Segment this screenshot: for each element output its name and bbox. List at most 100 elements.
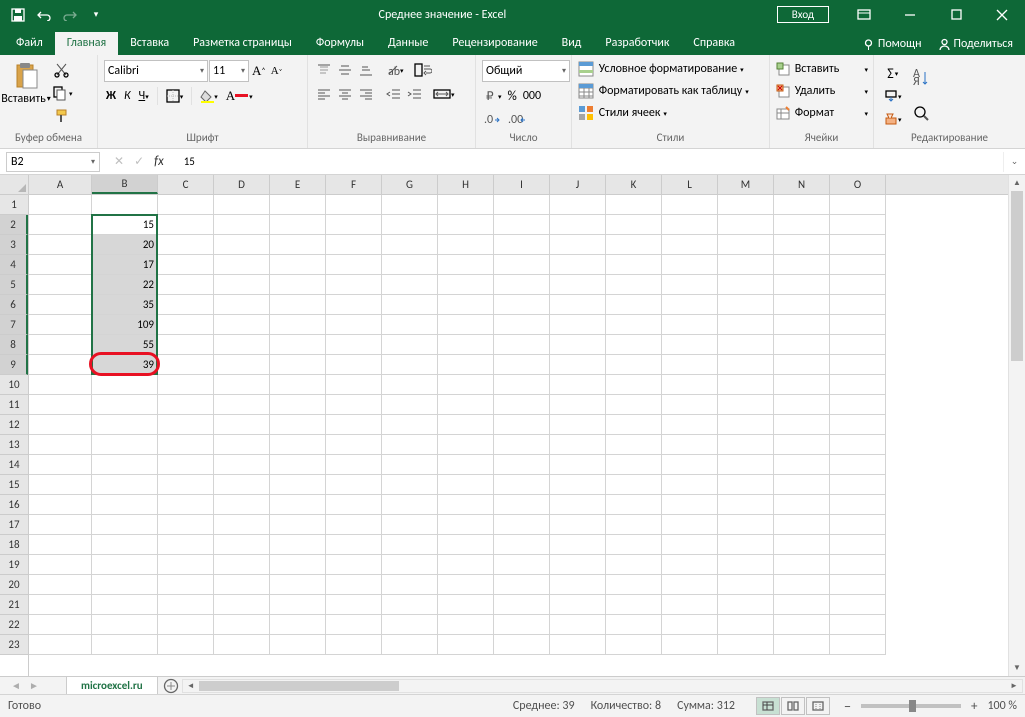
cell[interactable]: [774, 275, 830, 295]
increase-decimal-icon[interactable]: .0: [482, 110, 504, 130]
row-header[interactable]: 16: [0, 495, 28, 515]
cell[interactable]: [29, 235, 92, 255]
cell[interactable]: [214, 595, 270, 615]
cell[interactable]: [830, 215, 886, 235]
cell[interactable]: [29, 195, 92, 215]
column-header[interactable]: F: [326, 175, 382, 194]
column-header[interactable]: D: [214, 175, 270, 194]
tab-вид[interactable]: Вид: [550, 32, 594, 55]
cell[interactable]: [606, 255, 662, 275]
cell[interactable]: [92, 555, 158, 575]
cell[interactable]: [606, 275, 662, 295]
sheet-tab[interactable]: microexcel.ru: [66, 676, 158, 696]
cell[interactable]: [494, 415, 550, 435]
cell[interactable]: [494, 595, 550, 615]
cell[interactable]: [158, 255, 214, 275]
delete-cells-button[interactable]: Удалить▾: [774, 81, 870, 101]
cell[interactable]: [326, 495, 382, 515]
zoom-level[interactable]: 100 %: [981, 699, 1017, 713]
cell[interactable]: [774, 355, 830, 375]
cell[interactable]: [830, 355, 886, 375]
cell[interactable]: [774, 495, 830, 515]
row-header[interactable]: 9: [0, 355, 28, 375]
cell[interactable]: [438, 215, 494, 235]
cell[interactable]: [718, 475, 774, 495]
row-header[interactable]: 8: [0, 335, 28, 355]
cell[interactable]: [830, 555, 886, 575]
row-header[interactable]: 19: [0, 555, 28, 575]
cell[interactable]: [830, 515, 886, 535]
sort-filter-icon[interactable]: АЯ: [910, 63, 934, 95]
cell[interactable]: [774, 235, 830, 255]
fill-color-icon[interactable]: ▾: [198, 86, 220, 106]
undo-icon[interactable]: [32, 4, 56, 26]
row-header[interactable]: 11: [0, 395, 28, 415]
cell[interactable]: [550, 195, 606, 215]
cell[interactable]: [326, 415, 382, 435]
cell[interactable]: 39: [92, 355, 158, 375]
cell[interactable]: [438, 295, 494, 315]
tab-файл[interactable]: Файл: [4, 32, 55, 55]
cell[interactable]: [774, 315, 830, 335]
cell[interactable]: [718, 315, 774, 335]
cell[interactable]: [718, 415, 774, 435]
cell[interactable]: [214, 335, 270, 355]
cell[interactable]: [29, 395, 92, 415]
cell[interactable]: [270, 275, 326, 295]
cell[interactable]: [326, 615, 382, 635]
cell[interactable]: [550, 295, 606, 315]
cell[interactable]: [270, 295, 326, 315]
cell[interactable]: [158, 275, 214, 295]
cell[interactable]: [718, 295, 774, 315]
cell[interactable]: [214, 575, 270, 595]
cells-area[interactable]: 15201722351095539: [29, 195, 1008, 655]
row-header[interactable]: 21: [0, 595, 28, 615]
row-header[interactable]: 3: [0, 235, 28, 255]
cell[interactable]: [326, 255, 382, 275]
cell[interactable]: [214, 535, 270, 555]
cell[interactable]: [382, 355, 438, 375]
decrease-indent-icon[interactable]: [384, 84, 404, 104]
cell[interactable]: [438, 535, 494, 555]
cell[interactable]: [158, 195, 214, 215]
cell[interactable]: [774, 195, 830, 215]
cell[interactable]: [830, 275, 886, 295]
cell[interactable]: [270, 455, 326, 475]
cell[interactable]: [158, 295, 214, 315]
cell[interactable]: [270, 235, 326, 255]
cell[interactable]: [830, 455, 886, 475]
cell[interactable]: [550, 275, 606, 295]
cell[interactable]: [29, 255, 92, 275]
cell[interactable]: [550, 415, 606, 435]
increase-font-icon[interactable]: A˄: [250, 61, 268, 81]
row-header[interactable]: 15: [0, 475, 28, 495]
cell[interactable]: [606, 295, 662, 315]
tab-главная[interactable]: Главная: [55, 32, 118, 55]
cell[interactable]: [606, 595, 662, 615]
cell[interactable]: [158, 575, 214, 595]
cell[interactable]: [606, 215, 662, 235]
cell[interactable]: [326, 315, 382, 335]
cell[interactable]: [550, 575, 606, 595]
cell[interactable]: [830, 475, 886, 495]
row-header[interactable]: 17: [0, 515, 28, 535]
cell[interactable]: [606, 535, 662, 555]
cell[interactable]: [662, 555, 718, 575]
column-header[interactable]: G: [382, 175, 438, 194]
cell[interactable]: [606, 435, 662, 455]
cell[interactable]: [662, 235, 718, 255]
tab-разметка страницы[interactable]: Разметка страницы: [181, 32, 304, 55]
scroll-right-icon[interactable]: ►: [1006, 681, 1022, 691]
cell[interactable]: [92, 575, 158, 595]
cell[interactable]: [606, 375, 662, 395]
align-right-icon[interactable]: [356, 84, 376, 104]
cell[interactable]: [662, 315, 718, 335]
cell[interactable]: [326, 475, 382, 495]
cell[interactable]: 17: [92, 255, 158, 275]
cell[interactable]: [606, 495, 662, 515]
cell[interactable]: [494, 315, 550, 335]
align-left-icon[interactable]: [314, 84, 334, 104]
cell[interactable]: 22: [92, 275, 158, 295]
cell[interactable]: [606, 455, 662, 475]
cell[interactable]: [774, 535, 830, 555]
